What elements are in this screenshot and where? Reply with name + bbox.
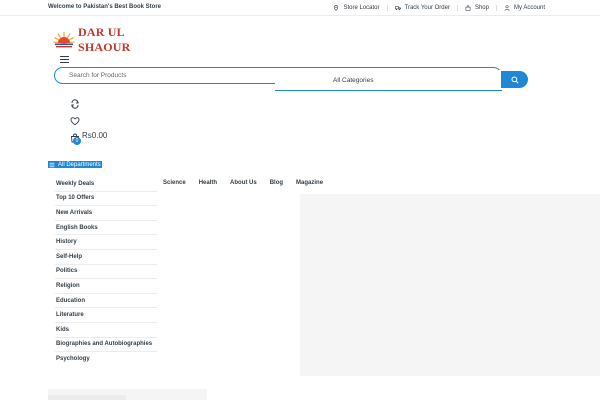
my-account-link[interactable]: My Account (495, 4, 552, 11)
nav-item-science[interactable]: Science (163, 180, 186, 186)
main-nav: Science Health About Us Blog Magazine (163, 180, 336, 186)
nav-item-blog[interactable]: Blog (270, 180, 283, 186)
nav-item-magazine[interactable]: Magazine (296, 180, 323, 186)
menu-toggle-button[interactable] (60, 56, 70, 64)
shop-link[interactable]: Shop (456, 4, 496, 11)
hero-banner (300, 194, 600, 376)
list-icon (49, 162, 55, 167)
dept-item-top-10-offers[interactable]: Top 10 Offers (55, 192, 157, 207)
all-departments-label: All Departments (58, 161, 101, 168)
nav-item-health[interactable]: Health (199, 180, 217, 186)
shop-label: Shop (474, 4, 489, 11)
cart-total[interactable]: Rs0.00 (82, 131, 107, 140)
site-logo[interactable]: DAR UL SHAOUR (53, 25, 173, 54)
compare-button[interactable] (70, 96, 80, 109)
category-select[interactable]: All Categories (275, 70, 502, 91)
nav-item-about-us[interactable]: About Us (230, 180, 257, 186)
bottom-promo-block (48, 389, 207, 400)
dept-item-biographies[interactable]: Biographies and Autobiographies (55, 338, 157, 353)
sunrise-logo-icon (53, 30, 75, 50)
all-departments-button[interactable]: All Departments (48, 161, 102, 168)
shopping-bag-icon (465, 4, 471, 11)
cart-count-badge: 0 (73, 137, 81, 145)
store-locator-link[interactable]: Store Locator (326, 5, 386, 11)
heart-icon (70, 117, 80, 126)
my-account-label: My Account (513, 4, 545, 11)
dept-item-politics[interactable]: Politics (55, 265, 157, 280)
store-locator-label: Store Locator (343, 4, 380, 11)
search-form: All Categories (54, 67, 502, 91)
dept-item-psychology[interactable]: Psychology (55, 352, 157, 367)
dept-item-english-books[interactable]: English Books (55, 221, 157, 236)
dept-item-new-arrivals[interactable]: New Arrivals (55, 206, 157, 221)
dept-item-history[interactable]: History (55, 235, 157, 250)
dept-item-self-help[interactable]: Self-Help (55, 250, 157, 265)
departments-menu: Weekly Deals Top 10 Offers New Arrivals … (55, 177, 157, 367)
dept-item-weekly-deals[interactable]: Weekly Deals (55, 177, 157, 192)
top-bar: Welcome to Pakistan's Best Book Store St… (0, 0, 600, 16)
truck-icon (394, 5, 401, 10)
top-links: Store Locator Track Your Order Shop My A… (326, 3, 552, 12)
user-icon (504, 4, 510, 11)
welcome-message: Welcome to Pakistan's Best Book Store (48, 4, 162, 10)
dept-item-religion[interactable]: Religion (55, 279, 157, 294)
search-button[interactable] (501, 71, 528, 88)
dept-item-literature[interactable]: Literature (55, 308, 157, 323)
compare-icon (70, 99, 80, 109)
logo-text: DAR UL SHAOUR (78, 25, 131, 54)
dept-item-kids[interactable]: Kids (55, 323, 157, 338)
track-order-link[interactable]: Track Your Order (386, 4, 457, 11)
bottom-promo-tab (48, 395, 126, 400)
map-pin-icon (334, 4, 339, 11)
wishlist-button[interactable] (70, 113, 80, 126)
track-order-label: Track Your Order (404, 4, 450, 11)
search-icon (510, 75, 519, 84)
category-select-value: All Categories (333, 76, 374, 84)
dept-item-education[interactable]: Education (55, 294, 157, 309)
